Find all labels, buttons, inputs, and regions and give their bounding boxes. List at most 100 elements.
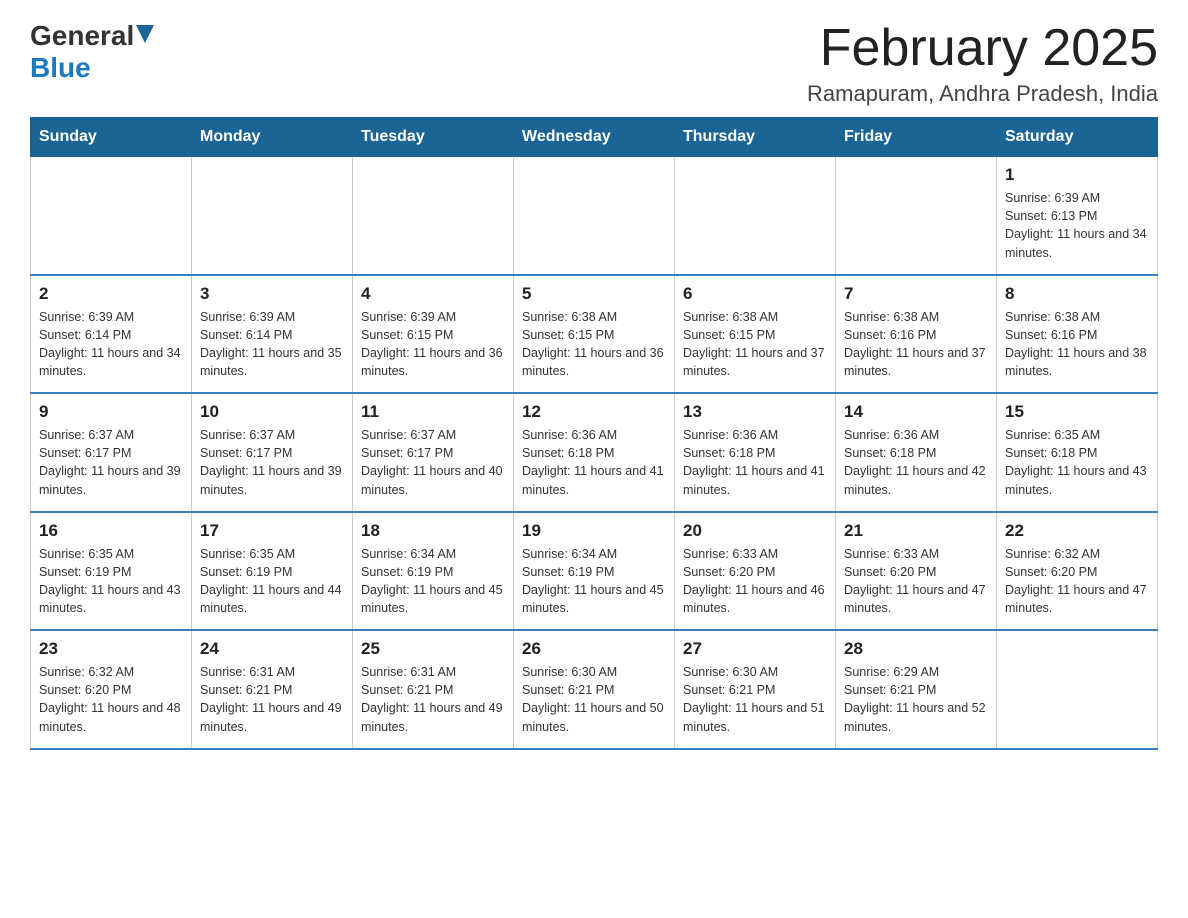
day-info: Sunrise: 6:33 AMSunset: 6:20 PMDaylight:… — [844, 545, 988, 618]
day-number: 11 — [361, 402, 505, 422]
day-number: 4 — [361, 284, 505, 304]
calendar-cell: 28 Sunrise: 6:29 AMSunset: 6:21 PMDayligh… — [836, 630, 997, 749]
calendar-cell: 23Sunrise: 6:32 AMSunset: 6:20 PMDayligh… — [31, 630, 192, 749]
calendar-cell: 20Sunrise: 6:33 AMSunset: 6:20 PMDayligh… — [675, 512, 836, 631]
logo-area: General Blue — [30, 20, 158, 84]
calendar-cell — [31, 157, 192, 275]
day-info: Sunrise: 6:37 AMSunset: 6:17 PMDaylight:… — [39, 426, 183, 499]
calendar-cell: 14 Sunrise: 6:36 AMSunset: 6:18 PMDayligh… — [836, 393, 997, 512]
day-info: Sunrise: 6:34 AMSunset: 6:19 PMDaylight:… — [522, 545, 666, 618]
day-number: 6 — [683, 284, 827, 304]
day-info: Sunrise: 6:34 AMSunset: 6:19 PMDaylight:… — [361, 545, 505, 618]
calendar-week-row: 16Sunrise: 6:35 AMSunset: 6:19 PMDayligh… — [31, 512, 1158, 631]
day-number: 8 — [1005, 284, 1149, 304]
calendar-cell — [675, 157, 836, 275]
day-number: 12 — [522, 402, 666, 422]
logo: General — [30, 20, 158, 52]
day-of-week-header: Saturday — [997, 118, 1158, 157]
title-area: February 2025 Ramapuram, Andhra Pradesh,… — [807, 20, 1158, 107]
calendar-cell: 11 Sunrise: 6:37 AMSunset: 6:17 PMDayligh… — [353, 393, 514, 512]
day-number: 14 — [844, 402, 988, 422]
logo-arrow-icon — [134, 20, 156, 52]
day-info: Sunrise: 6:36 AMSunset: 6:18 PMDaylight:… — [844, 426, 988, 499]
day-info: Sunrise: 6:31 AMSunset: 6:21 PMDaylight:… — [200, 663, 344, 736]
calendar-cell: 21 Sunrise: 6:33 AMSunset: 6:20 PMDayligh… — [836, 512, 997, 631]
day-number: 10 — [200, 402, 344, 422]
day-number: 5 — [522, 284, 666, 304]
day-number: 27 — [683, 639, 827, 659]
calendar-cell: 15 Sunrise: 6:35 AMSunset: 6:18 PMDayligh… — [997, 393, 1158, 512]
day-number: 25 — [361, 639, 505, 659]
day-info: Sunrise: 6:30 AMSunset: 6:21 PMDaylight:… — [683, 663, 827, 736]
day-number: 3 — [200, 284, 344, 304]
day-number: 9 — [39, 402, 183, 422]
calendar-cell: 2 Sunrise: 6:39 AMSunset: 6:14 PMDaylight… — [31, 275, 192, 394]
logo-line2: Blue — [30, 52, 91, 84]
day-info: Sunrise: 6:32 AMSunset: 6:20 PMDaylight:… — [1005, 545, 1149, 618]
calendar-cell: 10 Sunrise: 6:37 AMSunset: 6:17 PMDayligh… — [192, 393, 353, 512]
day-info: Sunrise: 6:33 AMSunset: 6:20 PMDaylight:… — [683, 545, 827, 618]
day-info: Sunrise: 6:37 AMSunset: 6:17 PMDaylight:… — [361, 426, 505, 499]
day-of-week-header: Wednesday — [514, 118, 675, 157]
day-of-week-header: Friday — [836, 118, 997, 157]
day-info: Sunrise: 6:39 AMSunset: 6:13 PMDaylight:… — [1005, 189, 1149, 262]
day-number: 13 — [683, 402, 827, 422]
day-info: Sunrise: 6:29 AMSunset: 6:21 PMDaylight:… — [844, 663, 988, 736]
day-info: Sunrise: 6:37 AMSunset: 6:17 PMDaylight:… — [200, 426, 344, 499]
day-number: 7 — [844, 284, 988, 304]
calendar-cell: 18 Sunrise: 6:34 AMSunset: 6:19 PMDayligh… — [353, 512, 514, 631]
calendar-week-row: 23Sunrise: 6:32 AMSunset: 6:20 PMDayligh… — [31, 630, 1158, 749]
day-of-week-header: Monday — [192, 118, 353, 157]
day-info: Sunrise: 6:39 AMSunset: 6:14 PMDaylight:… — [200, 308, 344, 381]
day-number: 24 — [200, 639, 344, 659]
day-info: Sunrise: 6:35 AMSunset: 6:18 PMDaylight:… — [1005, 426, 1149, 499]
day-number: 22 — [1005, 521, 1149, 541]
day-info: Sunrise: 6:38 AMSunset: 6:15 PMDaylight:… — [683, 308, 827, 381]
calendar-cell: 24 Sunrise: 6:31 AMSunset: 6:21 PMDayligh… — [192, 630, 353, 749]
day-number: 26 — [522, 639, 666, 659]
day-of-week-header: Thursday — [675, 118, 836, 157]
calendar-cell: 8Sunrise: 6:38 AMSunset: 6:16 PMDaylight… — [997, 275, 1158, 394]
calendar-body: 1 Sunrise: 6:39 AMSunset: 6:13 PMDaylight… — [31, 157, 1158, 749]
calendar-cell: 26 Sunrise: 6:30 AMSunset: 6:21 PMDayligh… — [514, 630, 675, 749]
day-info: Sunrise: 6:36 AMSunset: 6:18 PMDaylight:… — [683, 426, 827, 499]
day-number: 28 — [844, 639, 988, 659]
header: General Blue February 2025 Ramapuram, An… — [30, 20, 1158, 107]
calendar-cell: 22 Sunrise: 6:32 AMSunset: 6:20 PMDayligh… — [997, 512, 1158, 631]
day-number: 17 — [200, 521, 344, 541]
calendar-cell: 12 Sunrise: 6:36 AMSunset: 6:18 PMDayligh… — [514, 393, 675, 512]
day-info: Sunrise: 6:31 AMSunset: 6:21 PMDaylight:… — [361, 663, 505, 736]
day-info: Sunrise: 6:39 AMSunset: 6:14 PMDaylight:… — [39, 308, 183, 381]
calendar-cell: 17Sunrise: 6:35 AMSunset: 6:19 PMDayligh… — [192, 512, 353, 631]
day-number: 18 — [361, 521, 505, 541]
day-header-row: SundayMondayTuesdayWednesdayThursdayFrid… — [31, 118, 1158, 157]
month-title: February 2025 — [807, 20, 1158, 77]
day-info: Sunrise: 6:38 AMSunset: 6:16 PMDaylight:… — [844, 308, 988, 381]
day-number: 15 — [1005, 402, 1149, 422]
calendar-cell: 16Sunrise: 6:35 AMSunset: 6:19 PMDayligh… — [31, 512, 192, 631]
day-number: 1 — [1005, 165, 1149, 185]
calendar-cell: 5Sunrise: 6:38 AMSunset: 6:15 PMDaylight… — [514, 275, 675, 394]
calendar-cell: 13 Sunrise: 6:36 AMSunset: 6:18 PMDayligh… — [675, 393, 836, 512]
calendar-cell: 27 Sunrise: 6:30 AMSunset: 6:21 PMDayligh… — [675, 630, 836, 749]
day-number: 2 — [39, 284, 183, 304]
calendar-cell — [353, 157, 514, 275]
day-of-week-header: Tuesday — [353, 118, 514, 157]
calendar-cell: 25 Sunrise: 6:31 AMSunset: 6:21 PMDayligh… — [353, 630, 514, 749]
day-info: Sunrise: 6:35 AMSunset: 6:19 PMDaylight:… — [39, 545, 183, 618]
day-info: Sunrise: 6:36 AMSunset: 6:18 PMDaylight:… — [522, 426, 666, 499]
calendar-cell: 9 Sunrise: 6:37 AMSunset: 6:17 PMDaylight… — [31, 393, 192, 512]
calendar-cell: 4 Sunrise: 6:39 AMSunset: 6:15 PMDaylight… — [353, 275, 514, 394]
calendar-week-row: 2 Sunrise: 6:39 AMSunset: 6:14 PMDaylight… — [31, 275, 1158, 394]
day-of-week-header: Sunday — [31, 118, 192, 157]
day-number: 21 — [844, 521, 988, 541]
calendar-cell — [836, 157, 997, 275]
calendar-week-row: 1 Sunrise: 6:39 AMSunset: 6:13 PMDaylight… — [31, 157, 1158, 275]
day-info: Sunrise: 6:39 AMSunset: 6:15 PMDaylight:… — [361, 308, 505, 381]
calendar-cell — [192, 157, 353, 275]
logo-blue-text: Blue — [30, 52, 91, 84]
day-info: Sunrise: 6:30 AMSunset: 6:21 PMDaylight:… — [522, 663, 666, 736]
calendar-cell: 6 Sunrise: 6:38 AMSunset: 6:15 PMDaylight… — [675, 275, 836, 394]
calendar-table: SundayMondayTuesdayWednesdayThursdayFrid… — [30, 117, 1158, 750]
calendar-cell: 1 Sunrise: 6:39 AMSunset: 6:13 PMDaylight… — [997, 157, 1158, 275]
